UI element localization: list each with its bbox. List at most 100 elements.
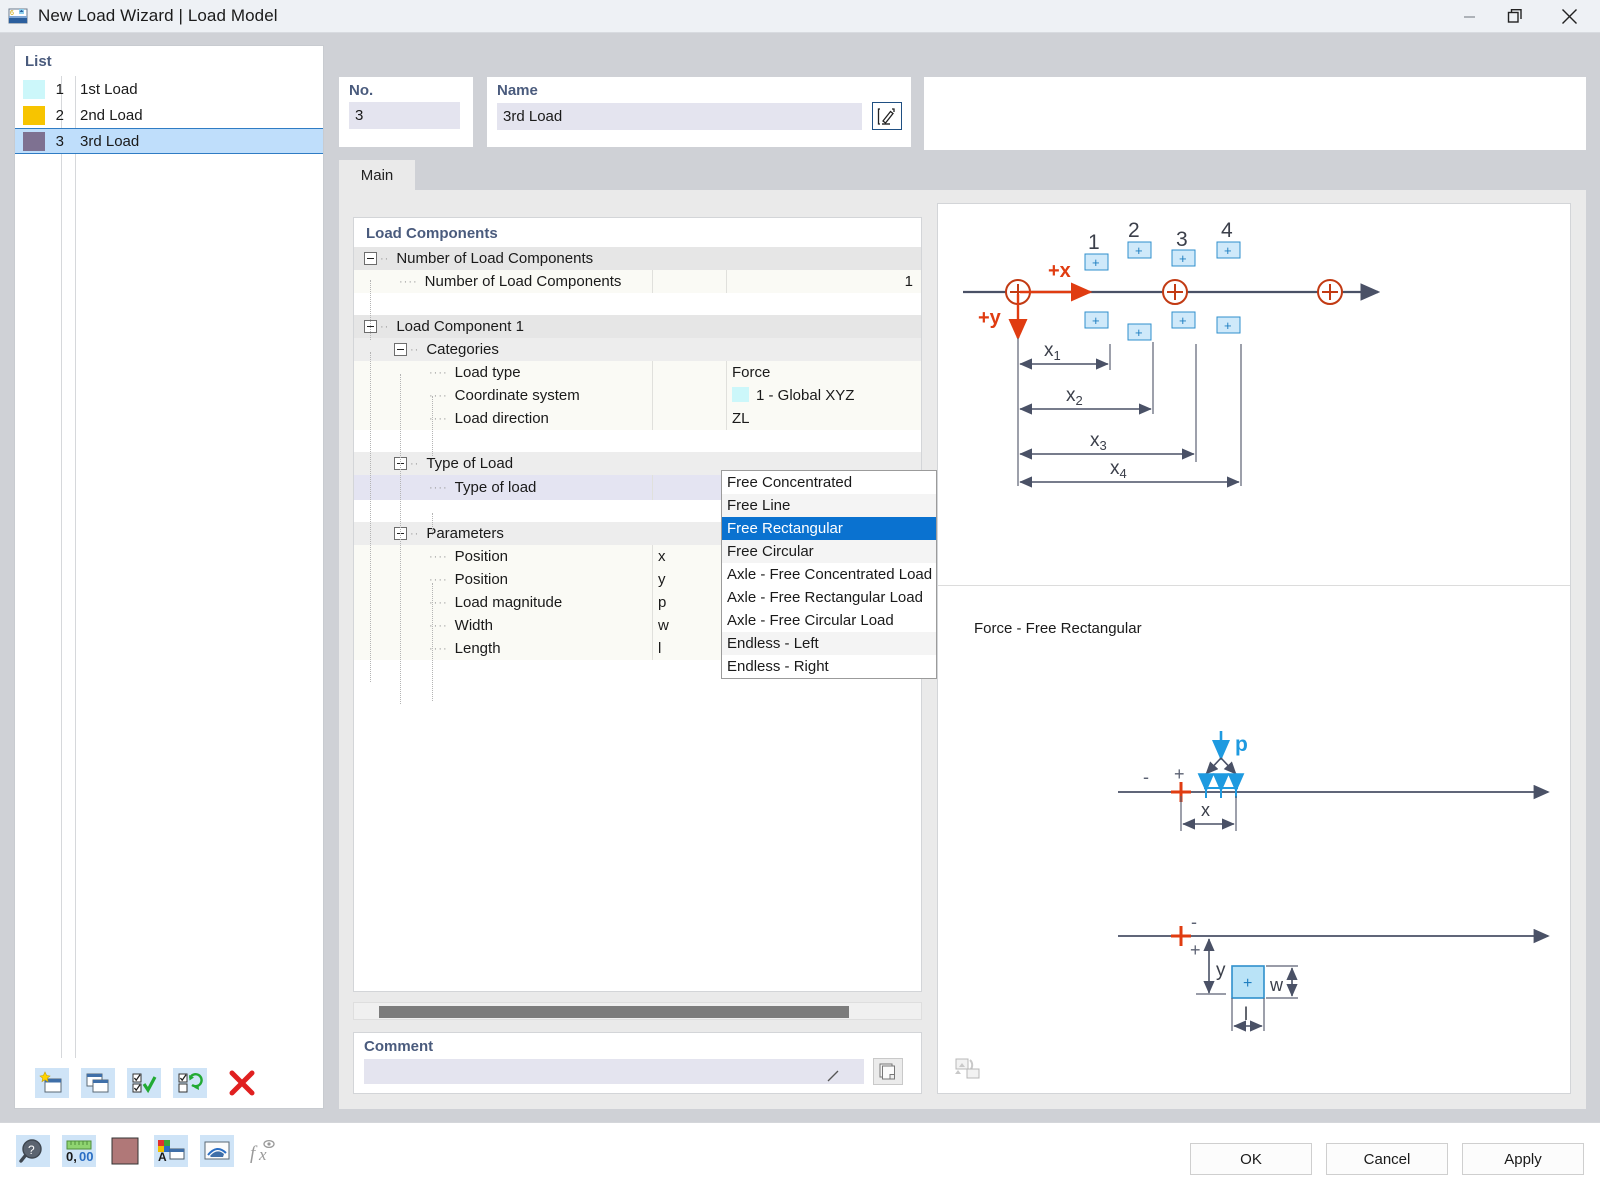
svg-text:00: 00 — [79, 1149, 93, 1164]
minimize-button[interactable] — [1446, 0, 1492, 33]
dropdown-option[interactable]: Free Line — [722, 494, 936, 517]
tree-connector: ···· — [429, 550, 448, 563]
load-wizard-icon: 6 — [8, 6, 28, 26]
tree-data-row[interactable]: ···· Number of Load Components 1 — [354, 270, 921, 293]
dimension-label-y: y — [1216, 960, 1226, 981]
tree-data-row[interactable]: ···· Load direction ZL — [354, 407, 921, 430]
axis-label-x: +x — [1048, 260, 1071, 282]
tree-group-row[interactable]: ·· Number of Load Components — [354, 247, 921, 270]
red-x-icon[interactable] — [219, 1068, 265, 1098]
list-item[interactable]: 3 3rd Load — [15, 128, 323, 154]
coordinate-diagram: +x +y 1 2 3 4 + + + + + + + + x1 x2 x3 x… — [938, 204, 1570, 586]
svg-text:?: ? — [28, 1143, 35, 1157]
ok-button[interactable]: OK — [1190, 1143, 1312, 1175]
display-properties-icon[interactable]: A — [154, 1135, 188, 1167]
list-column-divider-1 — [61, 76, 62, 1076]
dropdown-option[interactable]: Axle - Free Concentrated Load — [722, 563, 936, 586]
edit-name-icon[interactable] — [872, 102, 902, 130]
window-controls — [1446, 0, 1600, 33]
tree-row-label: Load magnitude — [454, 594, 563, 611]
dialog-buttons: OK Cancel Apply — [1190, 1143, 1584, 1175]
dimension-label-l: l — [1244, 1004, 1248, 1024]
diagram-caption: Force - Free Rectangular — [974, 620, 1142, 637]
list-toolbar — [15, 1058, 323, 1108]
dropdown-option-selected[interactable]: Free Rectangular — [722, 517, 936, 540]
new-window-star-icon[interactable] — [35, 1068, 69, 1098]
dropdown-option[interactable]: Axle - Free Rectangular Load — [722, 586, 936, 609]
number-input[interactable] — [349, 102, 460, 129]
name-input[interactable] — [497, 102, 862, 130]
coordinate-diagram-svg: +x +y 1 2 3 4 + + + + + + + + x1 x2 x3 x… — [963, 219, 1381, 488]
tree-connector: ···· — [429, 412, 448, 425]
diagram-panel: +x +y 1 2 3 4 + + + + + + + + x1 x2 x3 x… — [937, 203, 1571, 1094]
collapse-icon[interactable] — [394, 343, 407, 356]
dropdown-option[interactable]: Free Concentrated — [722, 471, 936, 494]
tab-main[interactable]: Main — [339, 160, 415, 190]
comment-input[interactable] — [364, 1059, 864, 1084]
list-column-divider-2 — [75, 76, 76, 1076]
tree-row-label: Position — [454, 548, 509, 565]
dimension-label-x: x — [1201, 800, 1210, 820]
type-of-load-dropdown[interactable]: Free Concentrated Free Line Free Rectang… — [721, 470, 937, 679]
formula-fx-icon[interactable]: f x — [246, 1135, 280, 1167]
tree-data-row[interactable]: ···· Coordinate system 1 - Global XYZ — [354, 384, 921, 407]
tree-row-value-wrap: 1 - Global XYZ — [732, 384, 854, 407]
restore-icon[interactable] — [1492, 0, 1538, 33]
invert-selection-icon[interactable] — [173, 1068, 207, 1098]
scrollbar-thumb[interactable] — [379, 1006, 849, 1018]
tree-horizontal-scrollbar[interactable] — [353, 1002, 922, 1020]
dropdown-option[interactable]: Endless - Right — [722, 655, 936, 678]
bottom-bar: ? 0, 00 A f x OK Cancel Apply — [0, 1122, 1600, 1200]
tree-group-label: Load Component 1 — [396, 318, 524, 335]
tree-connector: ···· — [429, 596, 448, 609]
diagram-toggle-icon[interactable] — [952, 1054, 984, 1082]
name-row — [487, 102, 911, 130]
tree-row-value: ZL — [732, 410, 750, 427]
copy-window-icon[interactable] — [81, 1068, 115, 1098]
number-panel: No. — [339, 77, 473, 147]
main-tab-content: Load Components ·· Number of Load Compon… — [339, 190, 1586, 1109]
list-item[interactable]: 2 2nd Load — [15, 102, 323, 128]
tree-subgroup-row[interactable]: ·· Categories — [354, 338, 921, 361]
apply-button[interactable]: Apply — [1462, 1143, 1584, 1175]
tree-row-symbol: p — [658, 594, 667, 611]
tree-symbol-cell — [652, 407, 726, 430]
list-item-label: 1st Load — [80, 80, 138, 98]
dialog-body: List 1 1st Load 2 2nd Load 3 3rd Load No… — [0, 33, 1600, 1122]
check-all-icon[interactable] — [127, 1068, 161, 1098]
comment-library-icon[interactable] — [873, 1058, 903, 1085]
list-item-color-swatch — [23, 105, 45, 125]
tree-row-symbol: y — [658, 571, 666, 588]
tree-data-row[interactable]: ···· Load type Force — [354, 361, 921, 384]
sign-plus-lower: + — [1190, 940, 1201, 960]
color-swatch-icon[interactable] — [108, 1135, 142, 1167]
load-list-panel: List 1 1st Load 2 2nd Load 3 3rd Load — [14, 45, 324, 1109]
tree-row-label: Length — [454, 640, 501, 657]
cancel-button[interactable]: Cancel — [1326, 1143, 1448, 1175]
list-item[interactable]: 1 1st Load — [15, 76, 323, 102]
dropdown-option[interactable]: Axle - Free Circular Load — [722, 609, 936, 632]
collapse-icon[interactable] — [364, 252, 377, 265]
help-magnifier-icon[interactable]: ? — [16, 1135, 50, 1167]
dropdown-option[interactable]: Endless - Left — [722, 632, 936, 655]
svg-text:+: + — [1224, 243, 1232, 258]
name-panel: Name — [487, 77, 911, 147]
sign-minus-upper: - — [1143, 767, 1149, 787]
tree-group-row[interactable]: ·· Load Component 1 — [354, 315, 921, 338]
svg-text:f: f — [250, 1143, 258, 1164]
tree-guide — [432, 583, 433, 701]
svg-text:0,: 0, — [66, 1149, 77, 1164]
svg-text:A: A — [158, 1150, 167, 1164]
tree-connector: ·· — [380, 320, 390, 333]
tree-symbol-cell — [652, 361, 726, 384]
sign-plus-upper: + — [1174, 764, 1185, 784]
close-icon[interactable] — [1538, 0, 1600, 33]
visibility-icon[interactable] — [200, 1135, 234, 1167]
dropdown-option[interactable]: Free Circular — [722, 540, 936, 563]
units-ruler-icon[interactable]: 0, 00 — [62, 1135, 96, 1167]
svg-text:x: x — [258, 1145, 267, 1164]
tree-guide — [432, 513, 433, 535]
svg-text:+: + — [1092, 255, 1100, 270]
tree-row-label: Width — [454, 617, 493, 634]
load-rectangle-plus: + — [1243, 975, 1252, 992]
